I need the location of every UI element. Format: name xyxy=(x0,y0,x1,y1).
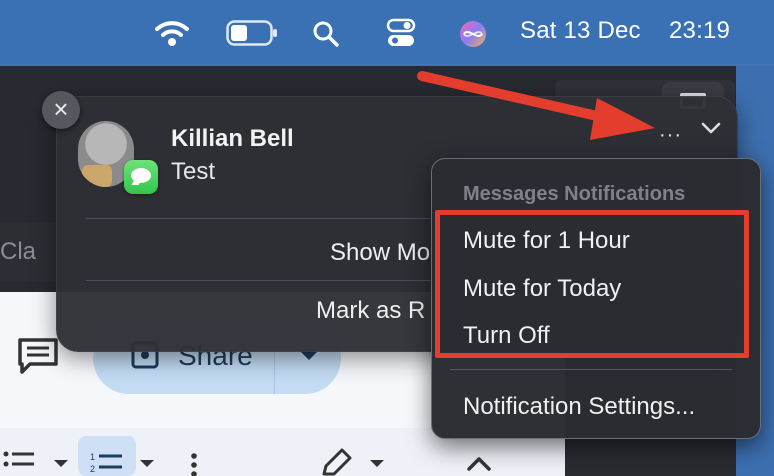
notification-sender: Killian Bell xyxy=(171,125,294,152)
list-dropdown-icon[interactable] xyxy=(52,458,70,470)
pen-dropdown-icon[interactable] xyxy=(368,458,386,470)
notification-message: Test xyxy=(171,158,216,185)
show-more-button[interactable]: Show Mo xyxy=(330,239,430,267)
menubar-date[interactable]: Sat 13 Dec xyxy=(520,17,641,45)
app-partial-label: Cla xyxy=(0,238,37,265)
pen-icon[interactable] xyxy=(318,448,352,476)
annotation-highlight-box xyxy=(435,210,749,358)
comment-icon[interactable] xyxy=(16,336,60,376)
menubar-time[interactable]: 23:19 xyxy=(669,17,730,45)
bulleted-list-icon[interactable] xyxy=(2,448,42,476)
svg-text:2: 2 xyxy=(90,464,95,474)
siri-icon[interactable] xyxy=(458,19,488,49)
menu-header: Messages Notifications xyxy=(463,183,686,205)
close-icon[interactable]: × xyxy=(42,91,80,129)
messages-app-icon xyxy=(124,160,158,194)
numbered-list-icon[interactable]: 1 2 xyxy=(90,450,126,476)
mark-as-read-button[interactable]: Mark as R xyxy=(316,297,425,325)
chevron-down-icon[interactable] xyxy=(700,120,722,136)
more-vertical-icon[interactable] xyxy=(188,452,200,476)
control-center-icon[interactable] xyxy=(386,18,416,48)
more-options-icon[interactable]: ··· xyxy=(659,124,682,147)
menu-separator xyxy=(450,369,732,370)
battery-icon[interactable] xyxy=(226,20,278,46)
chevron-up-icon[interactable] xyxy=(466,456,492,472)
spotlight-search-icon[interactable] xyxy=(312,20,340,48)
menu-bar: Sat 13 Dec 23:19 xyxy=(0,0,774,64)
notification-settings-item[interactable]: Notification Settings... xyxy=(463,393,695,421)
numbered-list-dropdown-icon[interactable] xyxy=(138,458,156,470)
svg-text:1: 1 xyxy=(90,452,95,462)
wifi-icon[interactable] xyxy=(154,18,190,48)
